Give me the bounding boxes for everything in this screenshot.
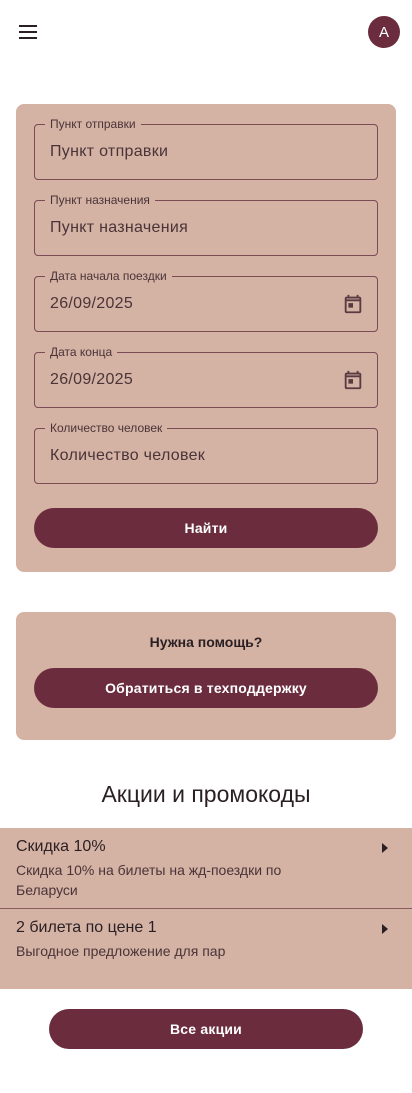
destination-field[interactable]: Пункт назначения Пункт назначения	[34, 193, 378, 256]
promos-section-title: Акции и промокоды	[101, 781, 311, 807]
chevron-right-icon	[382, 843, 388, 853]
start-date-field[interactable]: Дата начала поездки 26/09/2025	[34, 269, 378, 332]
promo-item-description: Скидка 10% на билеты на жд-поездки по Бе…	[16, 862, 282, 898]
find-button[interactable]: Найти	[34, 508, 378, 548]
chevron-right-icon	[382, 924, 388, 934]
passengers-field[interactable]: Количество человек Количество человек	[34, 421, 378, 484]
promo-item[interactable]: Скидка 10% Скидка 10% на билеты на жд-по…	[0, 828, 412, 908]
help-card: Нужна помощь? Обратиться в техподдержку	[16, 612, 396, 740]
calendar-icon[interactable]	[342, 369, 364, 391]
departure-field[interactable]: Пункт отправки Пункт отправки	[34, 117, 378, 180]
passengers-field-value: Количество человек	[50, 447, 206, 464]
calendar-icon[interactable]	[342, 293, 364, 315]
destination-field-label: Пункт назначения	[45, 193, 155, 207]
departure-field-label: Пункт отправки	[45, 117, 141, 131]
end-date-field-value: 26/09/2025	[50, 371, 134, 388]
promo-list: Скидка 10% Скидка 10% на билеты на жд-по…	[0, 828, 412, 989]
contact-support-button[interactable]: Обратиться в техподдержку	[34, 668, 378, 708]
promo-item[interactable]: 2 билета по цене 1 Выгодное предложение …	[0, 909, 412, 989]
destination-field-value: Пункт назначения	[50, 219, 189, 236]
menu-button[interactable]	[8, 12, 48, 52]
top-app-bar: A	[0, 0, 412, 64]
end-date-field-label: Дата конца	[45, 345, 118, 359]
promo-item-description: Выгодное предложение для пар	[16, 943, 226, 959]
hamburger-menu-icon	[19, 25, 37, 39]
start-date-field-value: 26/09/2025	[50, 295, 134, 312]
all-promos-button[interactable]: Все акции	[49, 1009, 363, 1049]
promo-item-title: 2 билета по цене 1	[16, 919, 157, 936]
avatar[interactable]: A	[368, 16, 400, 48]
promo-item-title: Скидка 10%	[16, 838, 106, 855]
passengers-field-label: Количество человек	[45, 421, 168, 435]
departure-field-value: Пункт отправки	[50, 143, 169, 160]
trip-search-card: Пункт отправки Пункт отправки Пункт назн…	[16, 104, 396, 572]
end-date-field[interactable]: Дата конца 26/09/2025	[34, 345, 378, 408]
help-title: Нужна помощь?	[149, 634, 263, 650]
start-date-field-label: Дата начала поездки	[45, 269, 172, 283]
